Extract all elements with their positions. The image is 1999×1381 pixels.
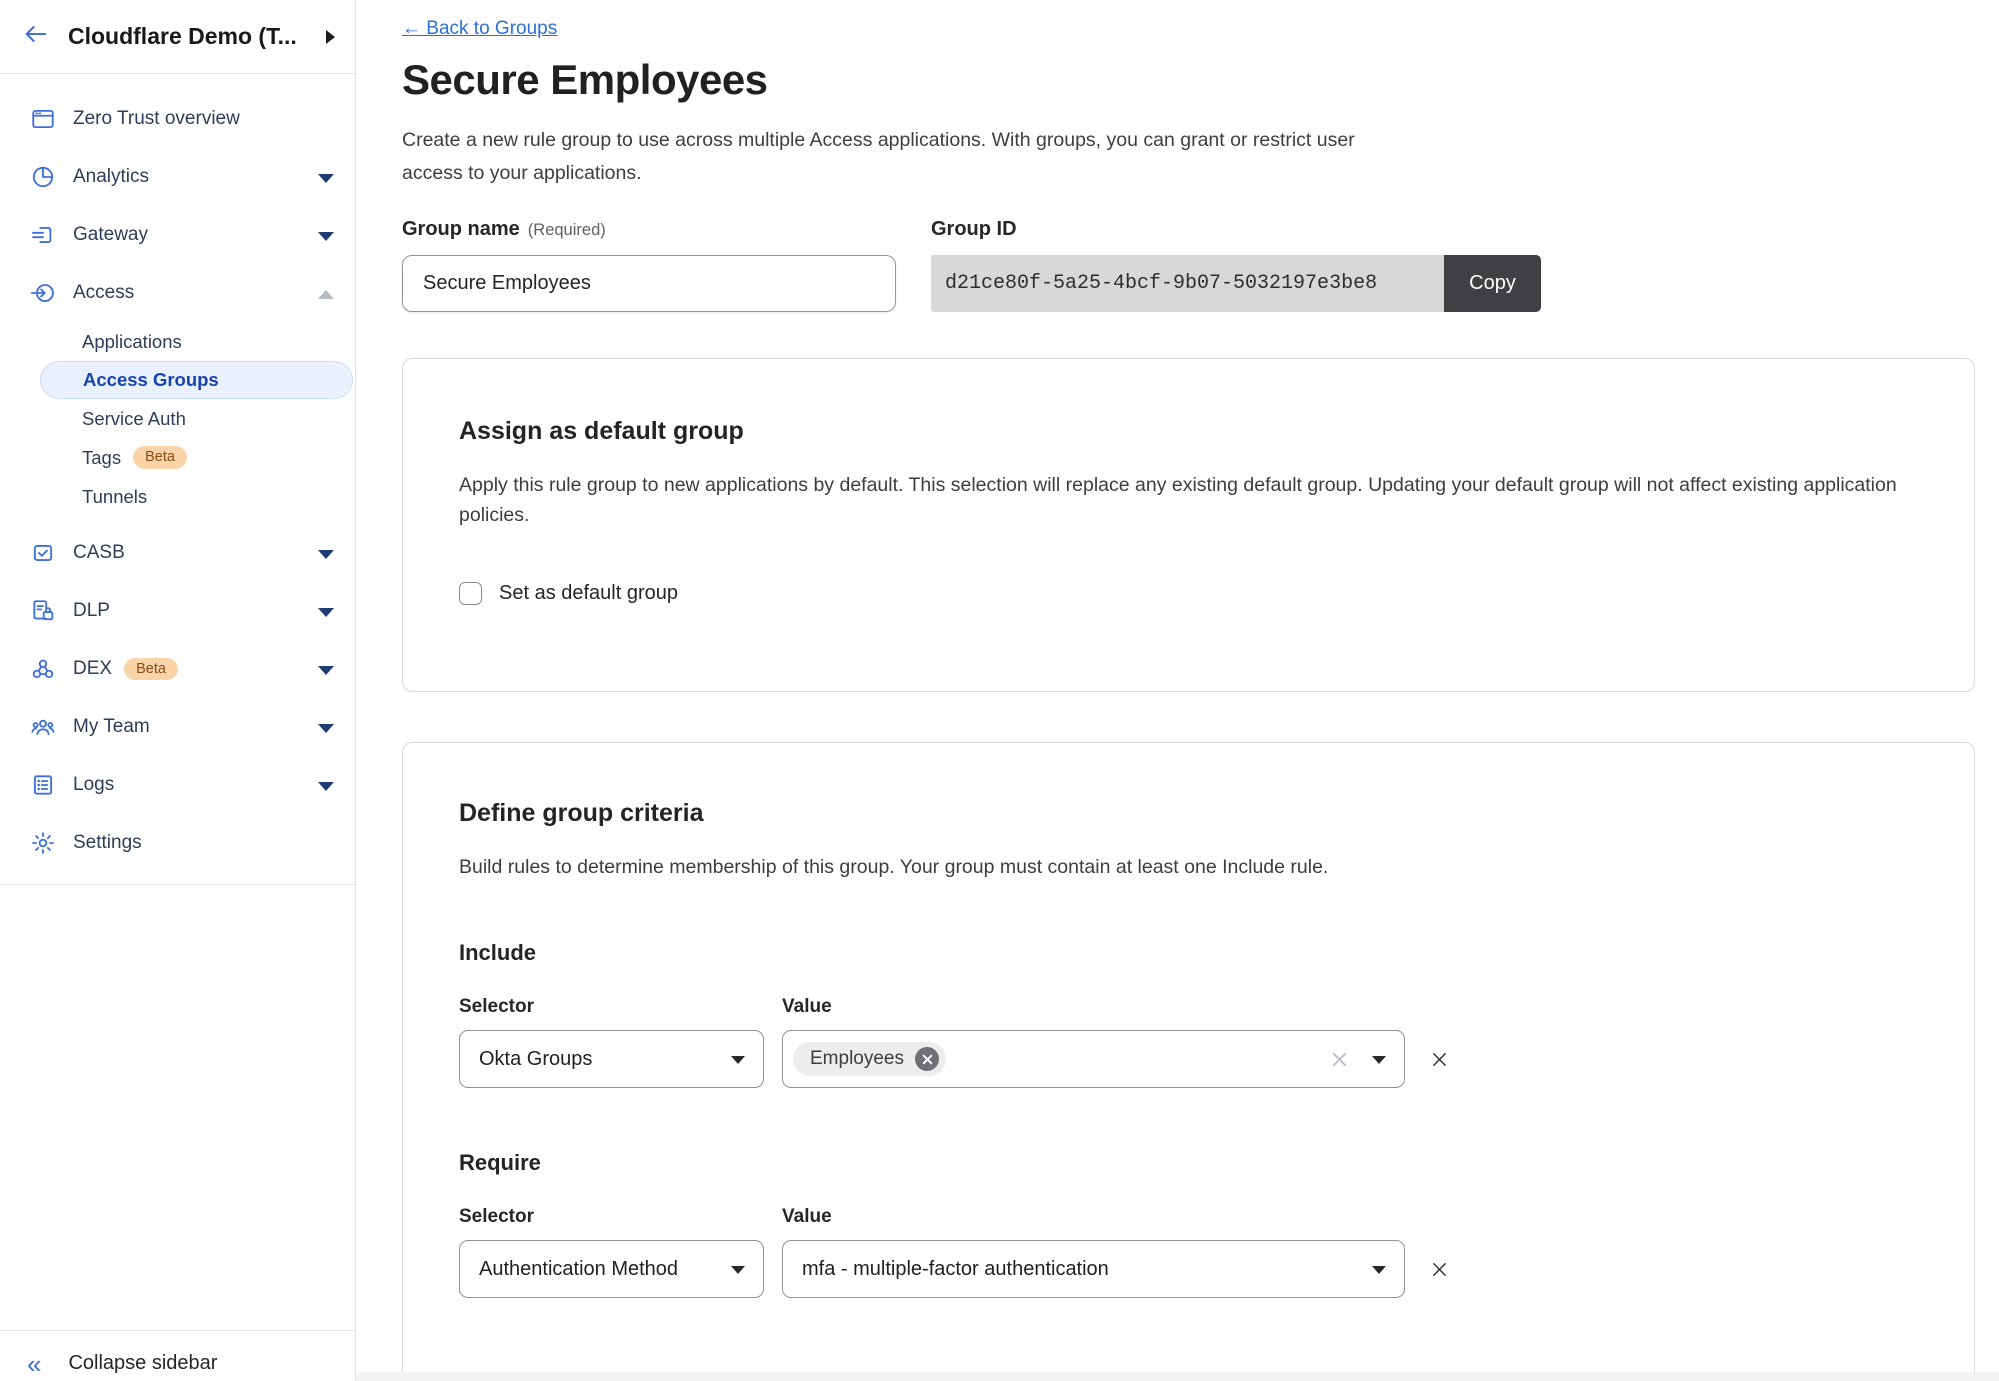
sidebar: Cloudflare Demo (T... Zero Trust overvie… (0, 0, 356, 1381)
sidebar-item-label: Settings (73, 832, 142, 854)
sidebar-item-access-groups[interactable]: Access Groups (40, 361, 353, 399)
chevron-down-icon (1372, 1056, 1386, 1064)
set-default-group-row: Set as default group (459, 582, 1918, 605)
group-id-value: d21ce80f-5a25-4bcf-9b07-5032197e3be8 (931, 255, 1444, 312)
sidebar-item-label: My Team (73, 716, 150, 738)
beta-badge: Beta (124, 658, 178, 681)
beta-badge: Beta (133, 446, 187, 469)
access-icon (29, 279, 57, 307)
value-label: Value (782, 1206, 832, 1228)
page-description: Create a new rule group to use across mu… (402, 124, 1370, 190)
sidebar-item-label: Access (73, 282, 134, 304)
chevron-down-icon (731, 1266, 745, 1274)
sidebar-item-settings[interactable]: Settings (0, 814, 355, 872)
sidebar-item-gateway[interactable]: Gateway (0, 206, 355, 264)
include-rule-row: Okta Groups Employees (459, 1030, 1918, 1088)
card-title: Assign as default group (459, 417, 1918, 446)
back-to-groups-link[interactable]: ← Back to Groups (402, 18, 557, 40)
group-name-input[interactable] (402, 255, 896, 312)
remove-include-rule-icon[interactable] (1430, 1050, 1449, 1069)
include-selector-dropdown[interactable]: Okta Groups (459, 1030, 764, 1088)
chevron-up-icon[interactable] (318, 290, 334, 299)
sidebar-item-label: Analytics (73, 166, 149, 188)
sidebar-item-label: DEX (73, 658, 112, 680)
access-subnav: Applications Access Groups Service Auth … (0, 322, 355, 516)
chevron-down-icon (1372, 1266, 1386, 1274)
sidebar-item-casb[interactable]: CASB (0, 524, 355, 582)
sidebar-item-access[interactable]: Access (0, 264, 355, 322)
chevron-down-icon[interactable] (318, 724, 334, 733)
chevron-down-icon[interactable] (318, 232, 334, 241)
sidebar-item-dex[interactable]: DEX Beta (0, 640, 355, 698)
require-selector-dropdown[interactable]: Authentication Method (459, 1240, 764, 1298)
chevron-right-icon[interactable] (326, 30, 335, 44)
include-value-multiselect[interactable]: Employees (782, 1030, 1405, 1088)
gear-icon (29, 829, 57, 857)
copy-button[interactable]: Copy (1444, 255, 1541, 312)
sidebar-item-service-auth[interactable]: Service Auth (0, 399, 355, 438)
set-default-group-checkbox[interactable] (459, 582, 482, 605)
window-icon (29, 105, 57, 133)
dlp-icon (29, 597, 57, 625)
selector-label: Selector (459, 996, 764, 1018)
group-name-field: Group name (Required) (402, 218, 896, 312)
chevron-down-icon[interactable] (318, 666, 334, 675)
required-hint: (Required) (528, 221, 606, 239)
card-title: Define group criteria (459, 799, 1918, 828)
sidebar-item-tags[interactable]: Tags Beta (0, 438, 355, 477)
casb-icon (29, 539, 57, 567)
chevron-down-icon (731, 1056, 745, 1064)
sidebar-item-label: Logs (73, 774, 114, 796)
include-heading: Include (459, 940, 1918, 966)
chevron-down-icon[interactable] (318, 608, 334, 617)
employees-chip: Employees (793, 1042, 946, 1076)
sidebar-item-label: Gateway (73, 224, 148, 246)
chevron-down-icon[interactable] (318, 782, 334, 791)
main-content: ← Back to Groups Secure Employees Create… (356, 0, 1999, 1381)
double-chevron-left-icon: « (27, 1351, 41, 1377)
require-rule-row: Authentication Method mfa - multiple-fac… (459, 1240, 1918, 1298)
group-id-label: Group ID (931, 218, 1541, 241)
group-meta-row: Group name (Required) Group ID d21ce80f-5… (402, 218, 1999, 312)
sidebar-item-label: Zero Trust overview (73, 108, 240, 130)
remove-require-rule-icon[interactable] (1430, 1260, 1449, 1279)
sidebar-item-my-team[interactable]: My Team (0, 698, 355, 756)
clear-values-icon[interactable] (1329, 1049, 1350, 1075)
page-title: Secure Employees (402, 56, 1999, 104)
define-group-criteria-card: Define group criteria Build rules to det… (402, 742, 1975, 1381)
card-description: Apply this rule group to new application… (459, 470, 1918, 530)
account-title: Cloudflare Demo (T... (68, 23, 296, 50)
sidebar-item-zero-trust-overview[interactable]: Zero Trust overview (0, 90, 355, 148)
logs-icon (29, 771, 57, 799)
checkbox-label: Set as default group (499, 582, 678, 605)
sidebar-item-analytics[interactable]: Analytics (0, 148, 355, 206)
bottom-edge-strip (356, 1372, 1999, 1381)
sidebar-item-dlp[interactable]: DLP (0, 582, 355, 640)
dex-icon (29, 655, 57, 683)
sidebar-item-logs[interactable]: Logs (0, 756, 355, 814)
gateway-icon (29, 221, 57, 249)
sidebar-header: Cloudflare Demo (T... (0, 0, 355, 74)
assign-default-group-card: Assign as default group Apply this rule … (402, 358, 1975, 692)
group-name-label: Group name (402, 218, 520, 240)
team-icon (29, 713, 57, 741)
chevron-down-icon[interactable] (318, 174, 334, 183)
require-value-dropdown[interactable]: mfa - multiple-factor authentication (782, 1240, 1405, 1298)
sidebar-item-label: CASB (73, 542, 125, 564)
arrow-left-icon[interactable] (22, 20, 50, 53)
sidebar-item-label: DLP (73, 600, 110, 622)
pie-chart-icon (29, 163, 57, 191)
chevron-down-icon[interactable] (318, 550, 334, 559)
sidebar-item-tunnels[interactable]: Tunnels (0, 477, 355, 516)
sidebar-item-applications[interactable]: Applications (0, 322, 355, 361)
card-description: Build rules to determine membership of t… (459, 852, 1918, 882)
require-heading: Require (459, 1150, 1918, 1176)
remove-chip-icon[interactable] (915, 1047, 939, 1071)
sidebar-nav: Zero Trust overview Analytics Gateway (0, 74, 355, 885)
selector-label: Selector (459, 1206, 764, 1228)
group-id-field: Group ID d21ce80f-5a25-4bcf-9b07-5032197… (931, 218, 1541, 312)
value-label: Value (782, 996, 832, 1018)
collapse-sidebar-button[interactable]: « Collapse sidebar (0, 1330, 355, 1381)
